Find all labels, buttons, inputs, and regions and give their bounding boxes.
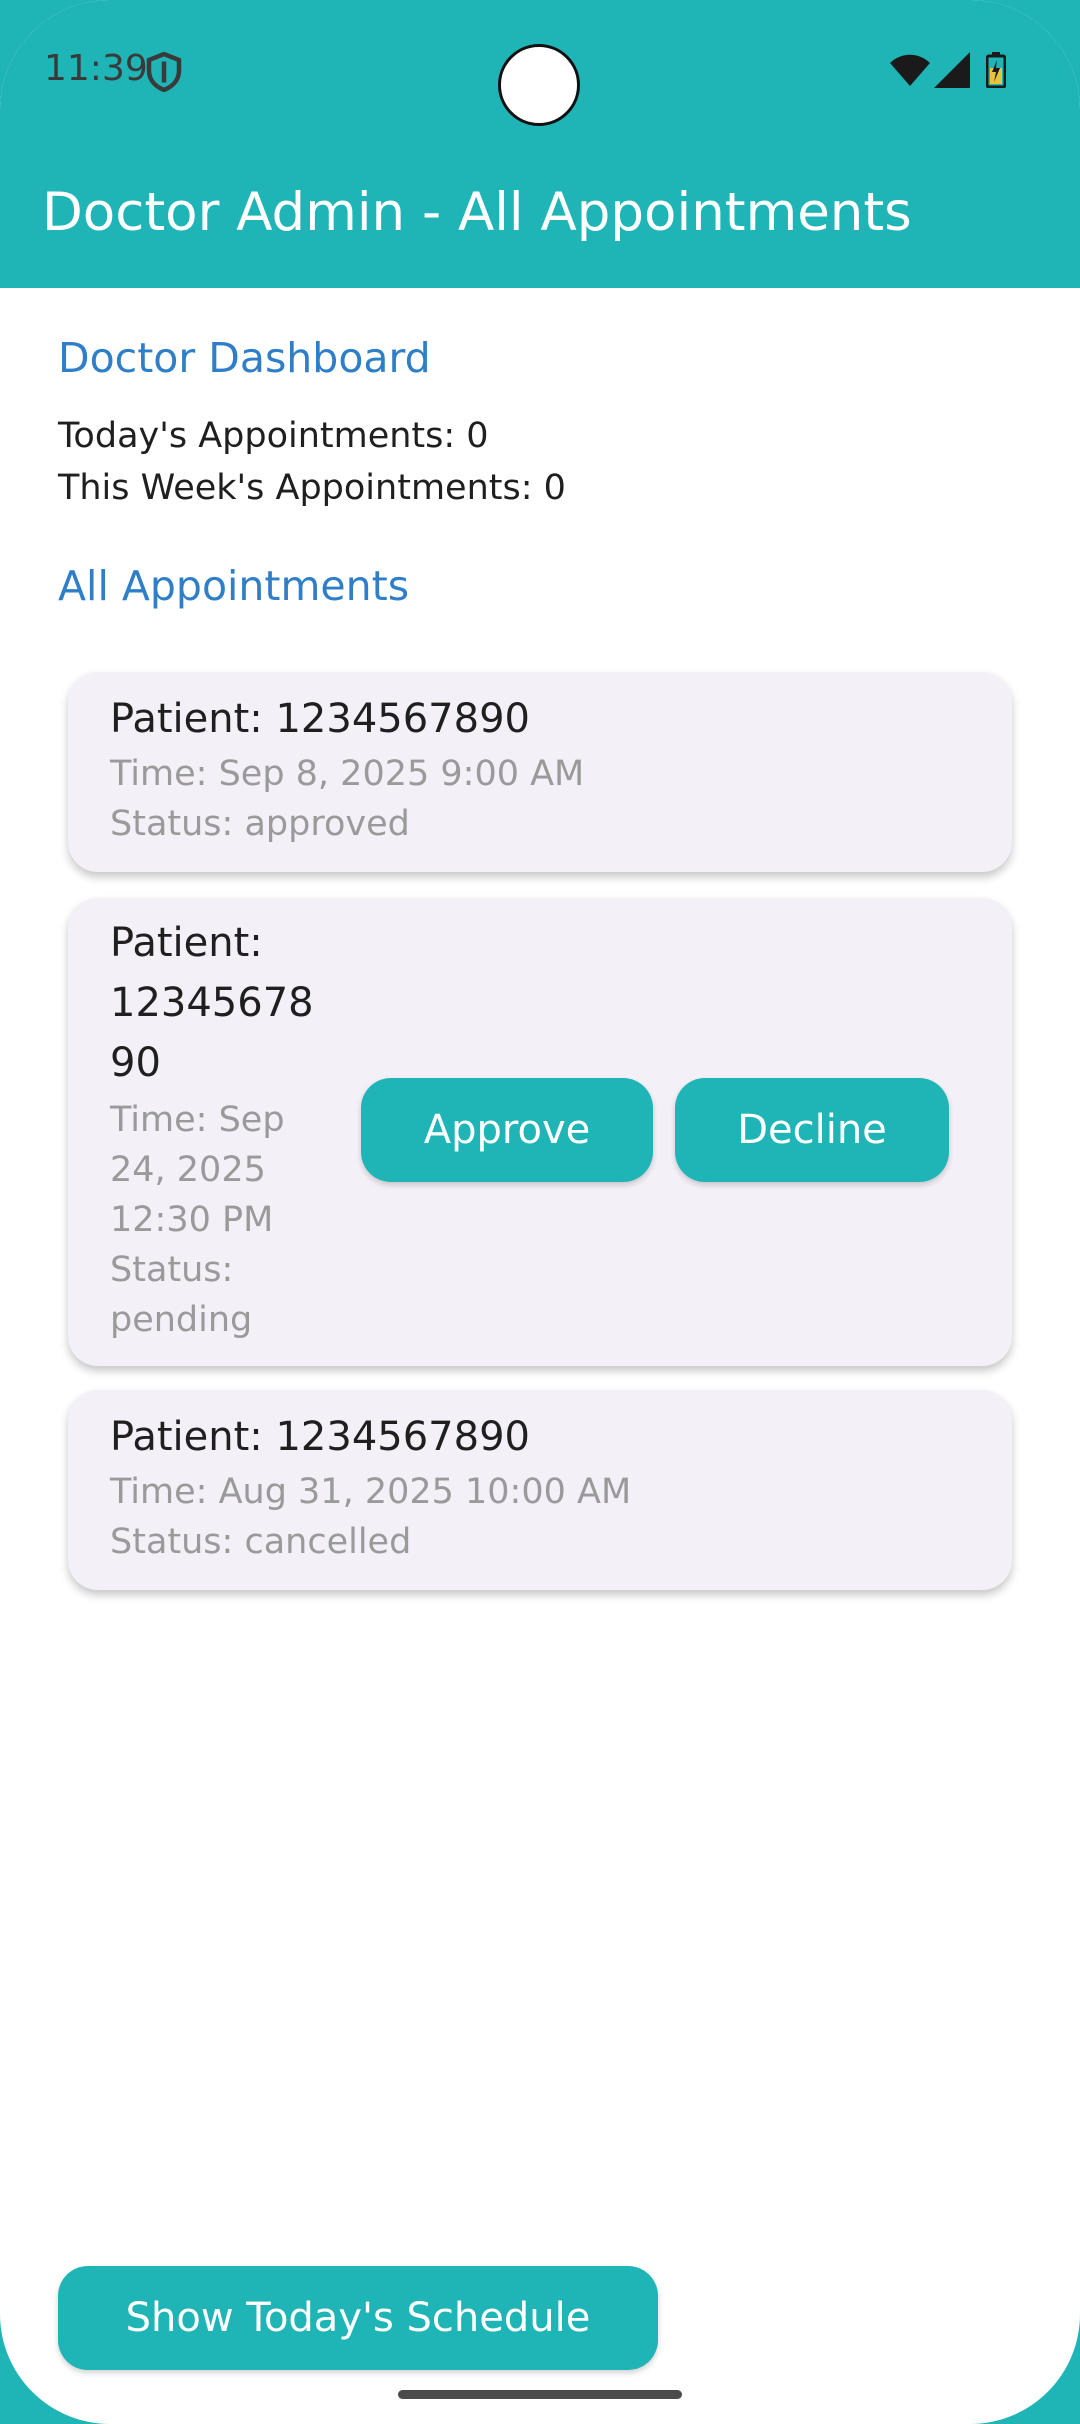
phone-screen: 11:39 Doctor Admin - All Appointments Do… [0, 0, 1080, 2424]
patient-label-line: 90 [110, 1040, 161, 1086]
appointment-time-line: 12:30 PM [110, 1200, 274, 1240]
appointment-card: Patient: 1234567890 Time: Aug 31, 2025 1… [68, 1390, 1012, 1590]
show-todays-schedule-button[interactable]: Show Today's Schedule [58, 2266, 658, 2370]
battery-icon [986, 52, 1006, 88]
appointment-status: Status: cancelled [110, 1522, 412, 1562]
week-appointments-count: This Week's Appointments: 0 [58, 468, 566, 508]
approve-button[interactable]: Approve [361, 1078, 653, 1182]
patient-label: Patient: 1234567890 [110, 1414, 530, 1460]
wifi-icon [890, 54, 930, 86]
appointment-time: Time: Aug 31, 2025 10:00 AM [110, 1472, 632, 1512]
appointment-time-line: 24, 2025 [110, 1150, 266, 1190]
appointment-card: Patient: 1234567890 Time: Sep 8, 2025 9:… [68, 672, 1012, 872]
patient-label-line: 12345678 [110, 980, 314, 1026]
appointment-card: Patient: 12345678 90 Time: Sep 24, 2025 … [68, 898, 1012, 1366]
doctor-dashboard-link[interactable]: Doctor Dashboard [58, 334, 431, 382]
app-bar: 11:39 Doctor Admin - All Appointments [0, 0, 1080, 288]
camera-cutout [498, 44, 580, 126]
appointment-status-line: Status: [110, 1250, 234, 1290]
patient-label-line: Patient: [110, 920, 263, 966]
appointment-time: Time: Sep 8, 2025 9:00 AM [110, 754, 585, 794]
page-title: Doctor Admin - All Appointments [42, 182, 912, 243]
decline-button[interactable]: Decline [675, 1078, 949, 1182]
signal-icon [934, 52, 970, 88]
all-appointments-link[interactable]: All Appointments [58, 562, 409, 610]
home-indicator[interactable] [398, 2390, 682, 2399]
status-time: 11:39 [44, 48, 148, 89]
shield-icon [146, 52, 182, 92]
appointment-status: Status: approved [110, 804, 410, 844]
appointment-status-line: pending [110, 1300, 253, 1340]
patient-label: Patient: 1234567890 [110, 696, 530, 742]
appointment-time-line: Time: Sep [110, 1100, 285, 1140]
today-appointments-count: Today's Appointments: 0 [58, 416, 489, 456]
